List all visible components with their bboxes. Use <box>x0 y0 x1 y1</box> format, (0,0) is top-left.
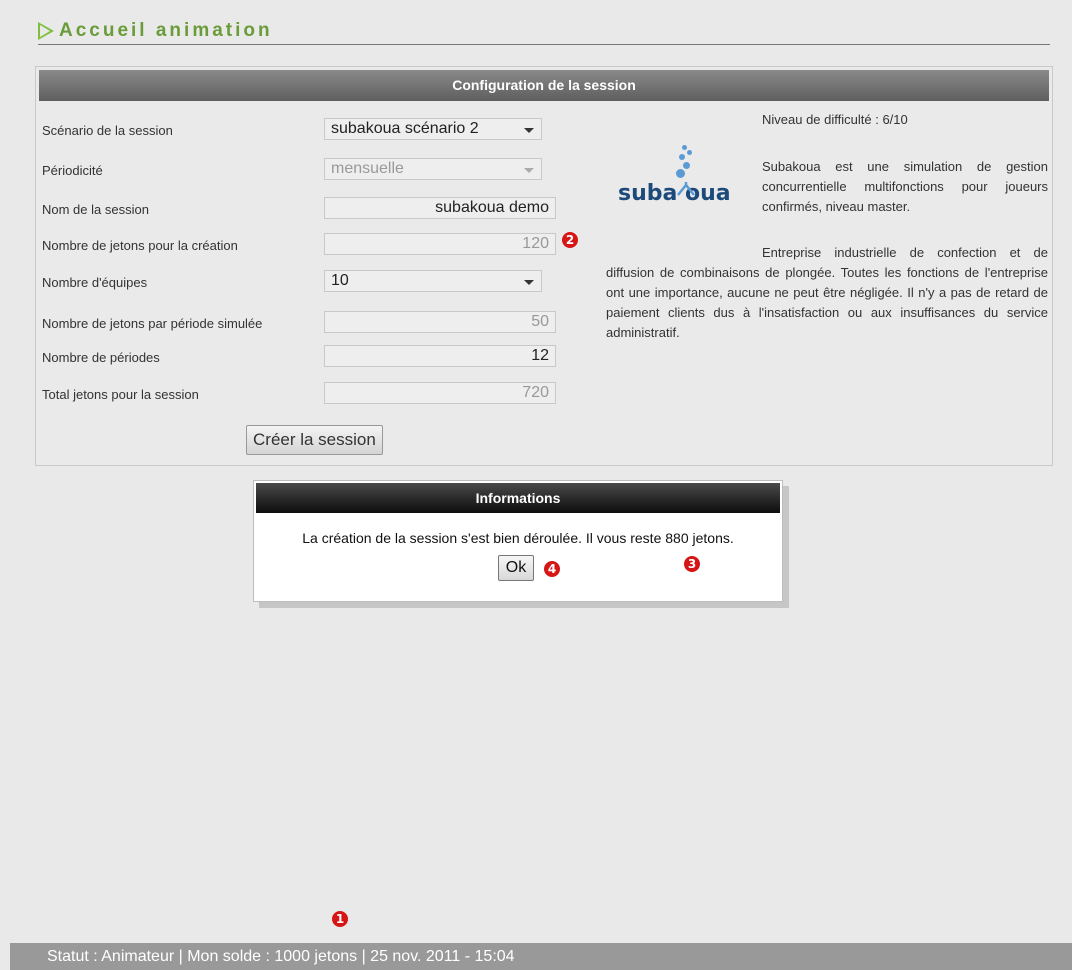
create-session-button[interactable]: Créer la session <box>246 425 383 455</box>
chevron-down-icon <box>524 128 534 133</box>
periods-label: Nombre de périodes <box>42 350 160 365</box>
row-total-tokens: Total jetons pour la session 720 <box>42 382 562 406</box>
page-title: Accueil animation <box>59 20 273 41</box>
difficulty-level: Niveau de difficulté : 6/10 <box>762 112 908 127</box>
periods-input[interactable]: 12 <box>324 345 556 367</box>
dialog-title: Informations <box>256 483 780 513</box>
tokens-per-period-label: Nombre de jetons par période simulée <box>42 316 263 331</box>
status-text: Statut : Animateur | Mon solde : 1000 je… <box>47 948 515 965</box>
chevron-down-icon <box>524 168 534 173</box>
scenario-long-description: Entreprise industrielle de confection et… <box>606 245 1048 340</box>
creation-tokens-field: 120 <box>324 233 556 255</box>
config-panel-title: Configuration de la session <box>39 70 1049 101</box>
row-teams: Nombre d'équipes 10 <box>42 270 562 294</box>
information-dialog: Informations La création de la session s… <box>253 480 783 602</box>
row-tokens-per-period: Nombre de jetons par période simulée 50 <box>42 311 562 335</box>
annotation-marker-3: 3 <box>684 556 700 572</box>
annotation-marker-4: 4 <box>544 561 560 577</box>
total-tokens-field: 720 <box>324 382 556 404</box>
creation-tokens-label: Nombre de jetons pour la création <box>42 238 238 253</box>
logo-text: suba oua <box>618 181 731 206</box>
row-periodicite: Périodicité mensuelle <box>42 158 562 182</box>
diver-fin-icon <box>677 182 695 196</box>
scenario-label: Scénario de la session <box>42 123 173 138</box>
status-bar: Statut : Animateur | Mon solde : 1000 je… <box>10 943 1072 970</box>
row-scenario: Scénario de la session subakoua scénario… <box>42 118 562 142</box>
row-session-name: Nom de la session subakoua demo <box>42 197 562 221</box>
total-tokens-label: Total jetons pour la session <box>42 387 199 402</box>
page-header: Accueil animation <box>38 18 1050 45</box>
teams-select[interactable]: 10 <box>324 270 542 292</box>
annotation-marker-2: 2 <box>562 232 578 248</box>
tokens-per-period-field: 50 <box>324 311 556 333</box>
row-creation-tokens: Nombre de jetons pour la création 120 <box>42 233 562 257</box>
periodicite-select: mensuelle <box>324 158 542 180</box>
dialog-message: La création de la session s'est bien dér… <box>302 530 734 546</box>
session-name-label: Nom de la session <box>42 202 149 217</box>
chevron-down-icon <box>524 280 534 285</box>
row-periods: Nombre de périodes 12 <box>42 345 562 369</box>
session-config-panel: Configuration de la session Scénario de … <box>35 66 1053 466</box>
scenario-short-description: Subakoua est une simulation de gestion c… <box>762 159 1048 214</box>
annotation-marker-1: 1 <box>332 911 348 927</box>
ok-button[interactable]: Ok <box>498 555 534 581</box>
teams-label: Nombre d'équipes <box>42 275 148 290</box>
periodicite-label: Périodicité <box>42 163 103 178</box>
session-name-input[interactable]: subakoua demo <box>324 197 556 219</box>
subakoua-logo: suba oua <box>618 145 738 215</box>
scenario-select[interactable]: subakoua scénario 2 <box>324 118 542 140</box>
